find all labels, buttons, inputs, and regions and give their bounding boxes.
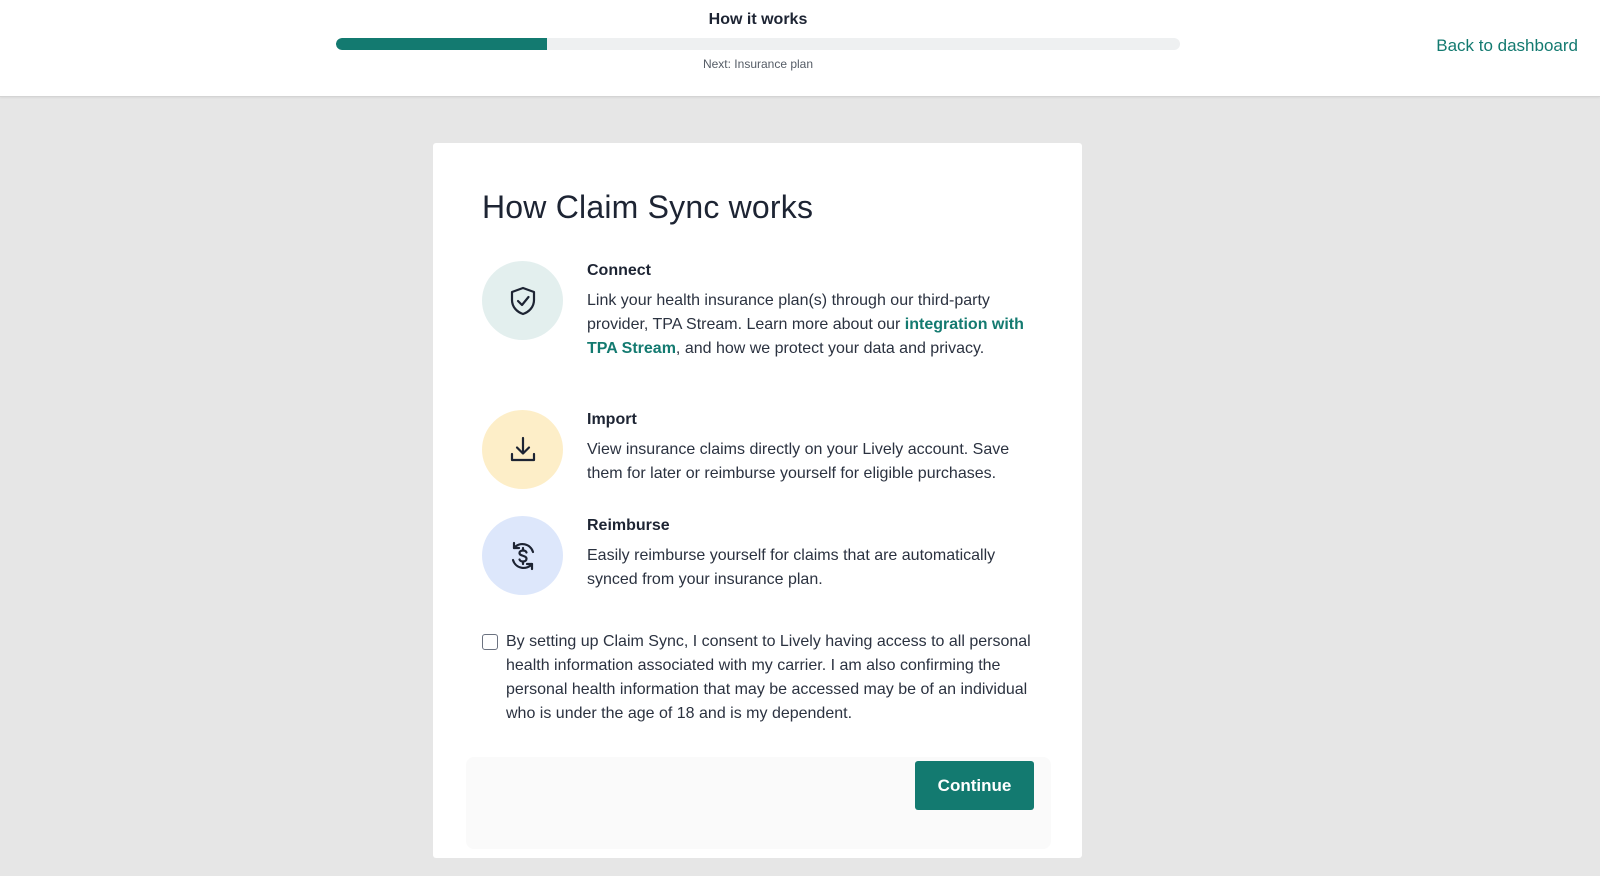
step-text: Import View insurance claims directly on…: [587, 410, 1042, 486]
step-body: Easily reimburse yourself for claims tha…: [587, 547, 996, 588]
play-icon: [743, 769, 775, 809]
consent-text: By setting up Claim Sync, I consent to L…: [506, 633, 1031, 722]
step-text: Connect Link your health insurance plan(…: [587, 261, 1042, 361]
shield-check-icon: [510, 286, 535, 315]
continue-button[interactable]: Continue: [915, 761, 1034, 810]
next-step-label: Next: Insurance plan: [702, 57, 814, 71]
progress-fill: [336, 38, 547, 50]
rewind-icon: [693, 781, 724, 801]
how-it-works-card: How Claim Sync works Connect Link your h…: [433, 143, 1082, 858]
step-body-text-end: , and how we protect your data and priva…: [675, 340, 985, 357]
step-title: How it works: [708, 11, 808, 28]
top-header: How it works Next: Insurance plan Back t…: [0, 0, 1600, 97]
step-body: View insurance claims directly on your L…: [587, 441, 1010, 482]
step-icon-circle: [482, 516, 563, 595]
back-to-dashboard-link[interactable]: Back to dashboard: [1436, 36, 1578, 56]
dollar-sync-icon: [511, 541, 534, 570]
step-icon-circle: [482, 410, 563, 489]
step-heading: Import: [587, 411, 637, 428]
step-heading: Reimburse: [587, 517, 670, 534]
step-icon-circle: [482, 261, 563, 340]
consent-checkbox[interactable]: [482, 634, 498, 650]
download-icon: [510, 436, 535, 461]
step-body: Link your health insurance plan(s) throu…: [587, 289, 1042, 361]
page-title: How Claim Sync works: [482, 189, 814, 225]
step-text: Reimburse Easily reimburse yourself for …: [587, 516, 1042, 592]
fast-forward-icon: [790, 781, 821, 801]
step-heading: Connect: [587, 262, 651, 279]
progress-bar: [336, 38, 1180, 50]
